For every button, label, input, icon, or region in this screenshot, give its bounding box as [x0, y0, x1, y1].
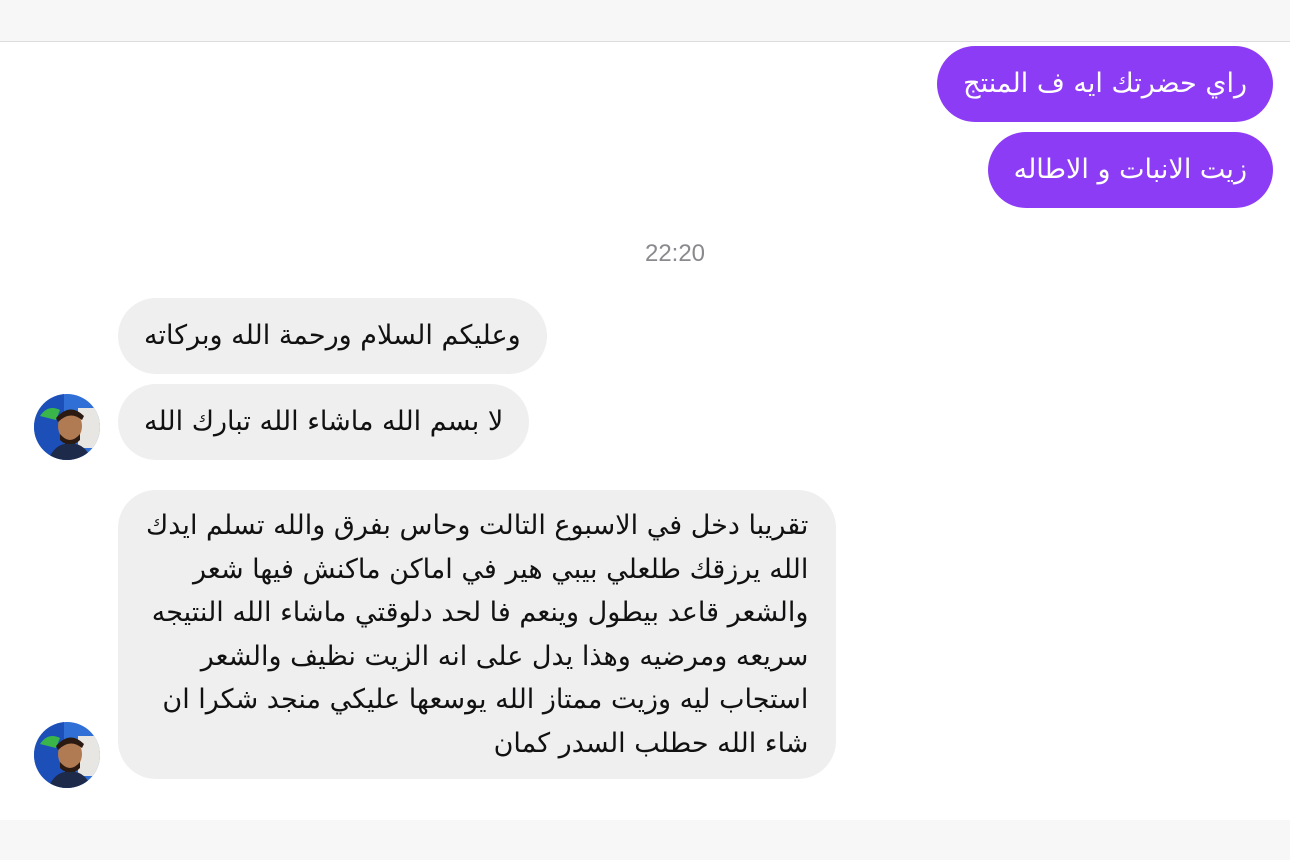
- message-line: والشعر قاعد بيطول وينعم فا لحد دلوقتي ما…: [151, 597, 809, 628]
- incoming-message[interactable]: لا بسم الله ماشاء الله تبارك الله: [118, 384, 530, 460]
- outgoing-message[interactable]: راي حضرتك ايه ف المنتج: [937, 46, 1273, 122]
- composer-bar: [0, 820, 1290, 860]
- contact-avatar[interactable]: [34, 394, 100, 460]
- incoming-message[interactable]: تقريبا دخل في الاسبوع التالت وحاس بفرق و…: [118, 490, 837, 779]
- outgoing-message[interactable]: زيت الانبات و الاطاله: [987, 132, 1273, 208]
- incoming-message[interactable]: وعليكم السلام ورحمة الله وبركاته: [118, 298, 547, 374]
- chat-window: راي حضرتك ايه ف المنتج زيت الانبات و الا…: [0, 0, 1290, 860]
- message-line: الله يرزقك طلعلي بيبي هير في اماكن ماكنش…: [193, 553, 809, 585]
- message-line: سريعه ومرضيه وهذا يدل على انه الزيت نظيف…: [200, 640, 809, 672]
- contact-avatar[interactable]: [34, 722, 100, 788]
- chat-header-bar: [0, 0, 1290, 42]
- message-line: تقريبا دخل في الاسبوع التالت وحاس بفرق و…: [146, 510, 809, 541]
- message-line: استجاب ليه وزيت ممتاز الله يوسعها عليكي …: [162, 684, 809, 715]
- message-timestamp: 22:20: [644, 240, 706, 267]
- message-line: شاء الله حطلب السدر كمان: [493, 727, 809, 759]
